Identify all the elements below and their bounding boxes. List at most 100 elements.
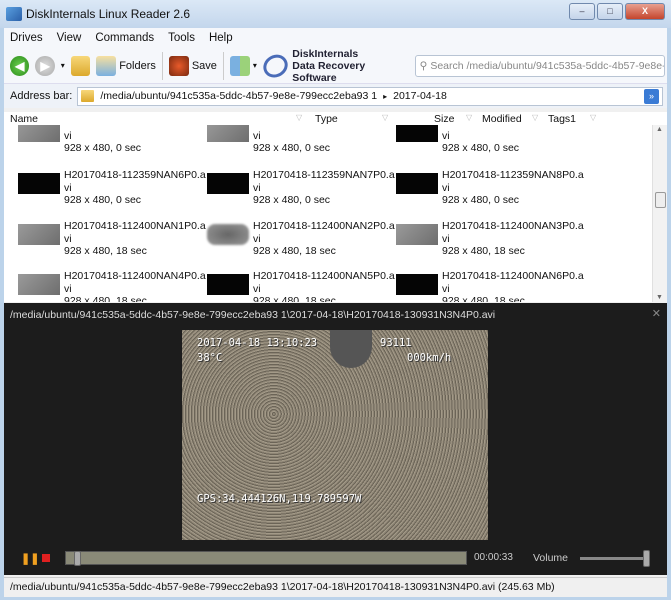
address-field[interactable]: /media/ubuntu/941c535a-5ddc-4b57-9e8e-79… <box>77 86 663 106</box>
file-item[interactable]: H20170418-112400NAN1P0.a vi 928 x 480, 18 … <box>18 220 207 260</box>
file-item[interactable]: vi 928 x 480, 0 sec <box>18 125 207 157</box>
menu-tools[interactable]: Tools <box>168 32 195 44</box>
player-close-button[interactable]: ✕ <box>652 307 661 320</box>
osd-speed: 000km/h <box>407 352 452 364</box>
file-name-cont: vi <box>442 129 450 142</box>
player-controls: ❚❚ 00:00:33 Volume <box>4 547 667 569</box>
file-name-cont: vi <box>442 282 450 295</box>
file-item[interactable]: H20170418-112359NAN8P0.a vi 928 x 480, 0 s… <box>396 169 585 209</box>
video-frame[interactable]: 2017-04-18 13:10:23 93111 38°C 000km/h G… <box>182 330 488 540</box>
divider <box>222 51 224 80</box>
diskinternals-logo-icon <box>259 49 293 82</box>
file-item[interactable]: H20170418-112359NAN7P0.a vi 928 x 480, 0 s… <box>207 169 396 209</box>
breadcrumb-separator-icon[interactable]: ▸ <box>383 92 387 101</box>
file-info: 928 x 480, 0 sec <box>253 194 331 206</box>
folders-button[interactable]: Folders <box>96 55 156 76</box>
file-name-cont: vi <box>253 232 261 245</box>
column-name[interactable]: Name <box>10 113 38 125</box>
filter-icon[interactable]: ▽ <box>532 113 538 122</box>
column-size[interactable]: Size <box>434 113 454 125</box>
vertical-scrollbar[interactable]: ▲ ▼ <box>652 125 667 302</box>
save-button[interactable]: Save <box>168 55 217 76</box>
history-dropdown-icon[interactable]: ▾ <box>61 61 65 70</box>
brand-logo[interactable]: DiskInternals Data Recovery Software <box>259 47 409 84</box>
save-label: Save <box>191 59 217 72</box>
file-name-cont: vi <box>64 129 72 142</box>
scrollbar-thumb[interactable] <box>655 192 666 208</box>
file-name: H20170418-112400NAN6P0.a <box>442 270 584 282</box>
file-item[interactable]: H20170418-112400NAN2P0.a vi 928 x 480, 18 … <box>207 220 396 260</box>
file-name: H20170418-112400NAN3P0.a <box>442 220 584 232</box>
filter-icon[interactable]: ▽ <box>296 113 302 122</box>
menu-drives[interactable]: Drives <box>10 32 43 44</box>
video-player: /media/ubuntu/941c535a-5ddc-4b57-9e8e-79… <box>4 303 667 575</box>
column-type[interactable]: Type <box>315 113 338 125</box>
filter-icon[interactable]: ▽ <box>466 113 472 122</box>
file-name-cont: vi <box>253 181 261 194</box>
menu-view[interactable]: View <box>57 32 82 44</box>
file-item[interactable]: vi 928 x 480, 0 sec <box>396 125 585 157</box>
brand-line2: Data Recovery Software <box>292 59 366 84</box>
playback-time: 00:00:33 <box>474 552 513 563</box>
file-item[interactable]: H20170418-112359NAN6P0.a vi 928 x 480, 0 s… <box>18 169 207 209</box>
osd-gps: GPS:34.444126N,119.789597W <box>197 493 362 505</box>
minimize-button[interactable]: – <box>569 3 595 20</box>
file-name-cont: vi <box>442 181 450 194</box>
save-icon <box>168 55 189 76</box>
file-name: H20170418-112359NAN6P0.a <box>64 169 206 181</box>
volume-label: Volume <box>533 552 569 564</box>
filter-icon[interactable]: ▽ <box>590 113 596 122</box>
stop-button[interactable] <box>42 554 50 562</box>
forward-button[interactable]: ▶ <box>35 55 55 76</box>
window-title: DiskInternals Linux Reader 2.6 <box>26 7 191 21</box>
file-info: 928 x 480, 18 sec <box>64 245 147 257</box>
file-item[interactable]: H20170418-112400NAN5P0.a vi 928 x 480, 18 … <box>207 270 396 302</box>
search-placeholder: Search /media/ubuntu/941c535a-5ddc-4b57-… <box>430 59 665 72</box>
file-info: 928 x 480, 0 sec <box>253 142 331 154</box>
address-folder-segment[interactable]: 2017-04-18 <box>393 90 447 102</box>
file-item[interactable]: H20170418-112400NAN4P0.a vi 928 x 480, 18 … <box>18 270 207 302</box>
folders-icon <box>96 55 117 76</box>
seek-handle[interactable] <box>73 551 81 566</box>
menu-help[interactable]: Help <box>209 32 233 44</box>
file-name-cont: vi <box>253 282 261 295</box>
osd-temp: 38°C <box>197 352 223 364</box>
thumbnail <box>18 224 60 245</box>
column-tags[interactable]: Tags1 <box>548 113 576 125</box>
view-mode-icon <box>229 55 250 76</box>
view-mode-button[interactable]: ▾ <box>229 55 257 76</box>
pause-button[interactable]: ❚❚ <box>21 552 39 565</box>
divider <box>161 51 163 80</box>
close-button[interactable]: X <box>625 3 665 20</box>
file-name: H20170418-112400NAN4P0.a <box>64 270 206 282</box>
player-file-path: /media/ubuntu/941c535a-5ddc-4b57-9e8e-79… <box>10 309 496 321</box>
file-name: H20170418-112359NAN7P0.a <box>253 169 395 181</box>
volume-slider[interactable] <box>580 550 650 567</box>
filter-icon[interactable]: ▽ <box>382 113 388 122</box>
address-label: Address bar: <box>10 90 73 102</box>
back-button[interactable]: ◀ <box>10 55 30 76</box>
brand-line1: DiskInternals <box>292 47 359 60</box>
file-name-cont: vi <box>442 232 450 245</box>
thumbnail <box>396 274 438 295</box>
thumbnail <box>396 224 438 245</box>
file-item[interactable]: H20170418-112400NAN3P0.a vi 928 x 480, 18 … <box>396 220 585 260</box>
seek-bar[interactable] <box>65 551 467 566</box>
app-icon <box>6 7 22 21</box>
up-folder-icon[interactable] <box>70 55 91 76</box>
volume-handle[interactable] <box>643 550 650 567</box>
file-info: 928 x 480, 0 sec <box>442 142 520 154</box>
menu-commands[interactable]: Commands <box>95 32 154 44</box>
search-input[interactable]: ⚲ Search /media/ubuntu/941c535a-5ddc-4b5… <box>414 54 665 77</box>
go-button[interactable]: » <box>644 88 659 104</box>
column-modified[interactable]: Modified <box>482 113 522 125</box>
maximize-button[interactable]: □ <box>597 3 623 20</box>
file-item[interactable]: H20170418-112400NAN6P0.a vi 928 x 480, 18 … <box>396 270 585 302</box>
title-bar: DiskInternals Linux Reader 2.6 – □ X <box>0 0 671 28</box>
folders-label: Folders <box>119 59 156 72</box>
file-info: 928 x 480, 0 sec <box>64 142 142 154</box>
osd-datetime: 2017-04-18 13:10:23 <box>197 337 318 349</box>
address-path-segment[interactable]: /media/ubuntu/941c535a-5ddc-4b57-9e8e-79… <box>100 90 377 102</box>
file-item[interactable]: vi 928 x 480, 0 sec <box>207 125 396 157</box>
file-name-cont: vi <box>64 181 72 194</box>
